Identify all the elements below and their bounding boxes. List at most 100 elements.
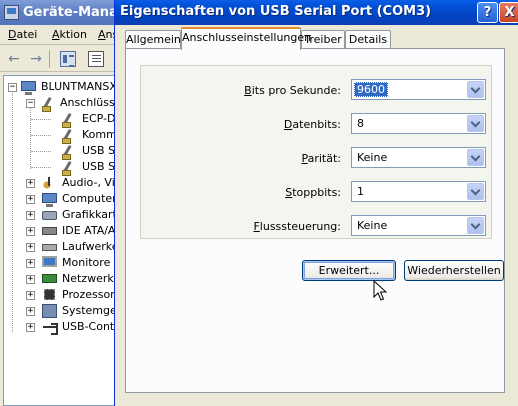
close-button[interactable]: X [499, 2, 518, 23]
tab-anschlusseinstellungen[interactable]: Anschlusseinstellungen [181, 27, 311, 50]
tree-item-drives[interactable]: + Laufwerke [4, 239, 120, 255]
tree-item-processors[interactable]: + Prozessoren [4, 287, 120, 303]
port-icon [40, 96, 55, 112]
system-device-icon [42, 304, 57, 318]
label-rest: lusssteuerung: [259, 220, 341, 233]
data-bits-label: Datenbits: [284, 118, 341, 131]
toolbar-separator [49, 50, 50, 68]
monitor-icon [42, 256, 57, 267]
device-tree: − BLUNTMANSXS − Anschlüsse (COM und LPT)… [3, 75, 120, 406]
tree-label: Anschlüsse (COM und LPT) [60, 96, 120, 109]
chevron-down-icon[interactable] [467, 149, 484, 166]
device-manager-titlebar[interactable]: Geräte-Manager [0, 0, 120, 25]
tree-item-port[interactable]: Kommunikationsanschluss (COM1) [4, 127, 120, 144]
properties-dialog: Eigenschaften von USB Serial Port (COM3)… [114, 0, 518, 406]
expand-icon[interactable]: + [26, 179, 35, 188]
computer-icon [42, 193, 57, 207]
computer-icon [21, 81, 36, 95]
expand-icon[interactable]: + [26, 227, 35, 236]
data-bits-select[interactable]: 8 [351, 113, 486, 134]
usb-icon [42, 320, 58, 335]
collapse-icon[interactable]: − [8, 83, 17, 92]
expand-icon[interactable]: + [26, 259, 35, 268]
port-icon [60, 112, 75, 128]
expand-icon[interactable]: + [26, 275, 35, 284]
tree-item-monitors[interactable]: + Monitore [4, 255, 120, 271]
network-adapter-icon [42, 274, 57, 283]
flow-control-select[interactable]: Keine [351, 215, 486, 236]
tree-line [31, 151, 51, 152]
label-rest: toppbits: [292, 186, 341, 199]
device-manager-icon [4, 5, 19, 20]
expand-icon[interactable]: + [26, 243, 35, 252]
tree-line [31, 119, 51, 120]
stop-bits-select[interactable]: 1 [351, 181, 486, 202]
expand-icon[interactable]: + [26, 307, 35, 316]
label-rest: arität: [307, 152, 341, 165]
graphics-card-icon [42, 211, 57, 220]
tree-item-port[interactable]: USB Serial Port (COM4) [4, 159, 120, 176]
tree-item-port[interactable]: USB Serial Port (COM3) [4, 143, 120, 160]
collapse-icon[interactable]: − [26, 99, 35, 108]
forward-arrow-icon[interactable]: → [28, 51, 44, 67]
expand-icon[interactable]: + [26, 323, 35, 332]
tree-item-audio[interactable]: + Audio-, Video- und Gamecontroller [4, 175, 120, 191]
tree-item-network[interactable]: + Netzwerkadapter [4, 271, 120, 287]
device-manager-title: Geräte-Manager [23, 5, 120, 20]
drive-icon [42, 244, 57, 251]
tree-label: IDE ATA/ATAPI-Controller [62, 224, 120, 237]
tree-item-root[interactable]: − BLUNTMANSXS [4, 79, 120, 95]
tree-label: Prozessoren [62, 288, 120, 301]
menu-datei[interactable]: Datei [8, 28, 37, 41]
accel-key: B [244, 84, 252, 97]
tree-item-graphics[interactable]: + Grafikkarte [4, 207, 120, 223]
back-arrow-icon[interactable]: ← [6, 51, 22, 67]
bits-per-second-label: Bits pro Sekunde: [244, 84, 341, 97]
tree-view-icon[interactable] [60, 51, 76, 67]
menu-bar: Datei Aktion Ansicht [0, 25, 139, 45]
expand-icon[interactable]: + [26, 211, 35, 220]
tree-label: Monitore [62, 256, 111, 269]
tree-item-usb[interactable]: + USB-Controller [4, 319, 120, 335]
tree-label: Laufwerke [62, 240, 119, 253]
tree-label: Grafikkarte [62, 208, 120, 221]
tree-line [31, 135, 51, 136]
tree-item-computer[interactable]: + Computer [4, 191, 120, 207]
chevron-down-icon[interactable] [467, 81, 484, 98]
flow-control-label: Flusssteuerung: [253, 220, 341, 233]
chevron-down-icon[interactable] [467, 217, 484, 234]
chevron-down-icon[interactable] [467, 115, 484, 132]
tree-label: Systemgeräte [62, 304, 120, 317]
chevron-down-icon[interactable] [467, 183, 484, 200]
stop-bits-label: Stoppbits: [285, 186, 341, 199]
tree-item-ide[interactable]: + IDE ATA/ATAPI-Controller [4, 223, 120, 239]
port-settings-group: Bits pro Sekunde: 9600 Datenbits: 8 Pari… [140, 65, 492, 239]
tree-item-ports[interactable]: − Anschlüsse (COM und LPT) [4, 95, 120, 112]
advanced-button[interactable]: Erweitert... [302, 260, 396, 281]
dialog-titlebar[interactable]: Eigenschaften von USB Serial Port (COM3)… [115, 0, 518, 25]
menu-aktion[interactable]: Aktion [52, 28, 87, 41]
port-icon [60, 128, 75, 144]
dialog-title: Eigenschaften von USB Serial Port (COM3) [120, 4, 432, 19]
tree-line [31, 167, 51, 168]
tab-details[interactable]: Details [345, 30, 391, 50]
properties-icon[interactable] [88, 51, 104, 67]
restore-defaults-button[interactable]: Wiederherstellen [404, 260, 504, 281]
data-bits-value: 8 [357, 117, 364, 130]
expand-icon[interactable]: + [26, 195, 35, 204]
expand-icon[interactable]: + [26, 291, 35, 300]
processor-icon [44, 289, 55, 300]
parity-label: Parität: [301, 152, 341, 165]
parity-select[interactable]: Keine [351, 147, 486, 168]
bits-per-second-value: 9600 [354, 82, 388, 97]
tab-allgemein[interactable]: Allgemein [125, 30, 181, 50]
bits-per-second-select[interactable]: 9600 [351, 79, 486, 100]
help-button[interactable]: ? [477, 2, 498, 23]
label-rest: its pro Sekunde: [251, 84, 341, 97]
label-rest: atenbits: [292, 118, 341, 131]
tree-item-system[interactable]: + Systemgeräte [4, 303, 120, 319]
tree-item-port[interactable]: ECP-Druckeranschluss (LPT1) [4, 111, 120, 128]
parity-value: Keine [357, 151, 388, 164]
tree-label: USB-Controller [62, 320, 120, 333]
port-icon [60, 160, 75, 176]
